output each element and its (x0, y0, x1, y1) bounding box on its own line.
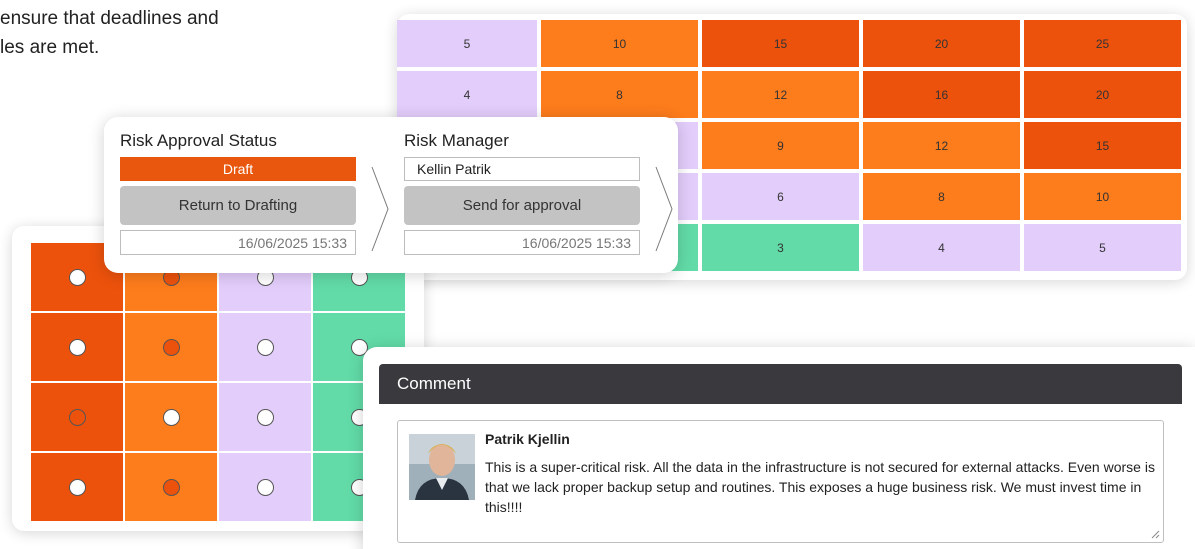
risk-dot[interactable] (162, 408, 180, 426)
risk-dot[interactable] (68, 408, 86, 426)
status-timestamp-field: 16/06/2025 15:33 (120, 230, 356, 255)
heat-cell[interactable]: 4 (863, 224, 1020, 271)
chevron-right-icon (371, 166, 389, 252)
heat-cell[interactable]: 25 (1024, 20, 1181, 67)
status-badge: Draft (120, 157, 356, 181)
dot-matrix-cell[interactable] (219, 453, 311, 521)
heat-cell[interactable]: 20 (1024, 71, 1181, 118)
risk-dot[interactable] (162, 478, 180, 496)
dot-matrix-cell[interactable] (219, 313, 311, 381)
dot-matrix-cell[interactable] (31, 453, 123, 521)
chevron-right-icon (655, 166, 673, 252)
risk-dot[interactable] (68, 478, 86, 496)
risk-dot[interactable] (162, 338, 180, 356)
heat-cell[interactable]: 4 (397, 71, 537, 118)
stage: ensure that deadlines and les are met. 5… (0, 0, 1195, 549)
intro-text: ensure that deadlines and les are met. (0, 8, 219, 58)
dot-matrix-cell[interactable] (125, 453, 217, 521)
risk-dot[interactable] (68, 268, 86, 286)
comment-card: Comment Patrik Kjellin This is a super-c… (363, 347, 1195, 549)
avatar (409, 434, 475, 500)
heat-cell[interactable]: 10 (541, 20, 698, 67)
manager-timestamp-field: 16/06/2025 15:33 (404, 230, 640, 255)
approval-status-title: Risk Approval Status (120, 131, 277, 150)
comment-header: Comment (379, 364, 1182, 404)
heat-cell[interactable]: 15 (702, 20, 859, 67)
risk-dot[interactable] (256, 338, 274, 356)
risk-dot[interactable] (256, 478, 274, 496)
dot-matrix-cell[interactable] (219, 383, 311, 451)
heat-cell[interactable]: 12 (863, 122, 1020, 169)
heat-cell[interactable]: 8 (863, 173, 1020, 220)
approval-status-column: Risk Approval Status Draft Return to Dra… (120, 131, 356, 255)
heat-cell[interactable]: 16 (863, 71, 1020, 118)
risk-manager-column: Risk Manager Kellin Patrik Send for appr… (404, 131, 640, 255)
comment-textarea[interactable]: Patrik Kjellin This is a super-critical … (397, 420, 1164, 543)
approval-workflow-card: Risk Approval Status Draft Return to Dra… (104, 117, 678, 273)
author-photo (409, 434, 475, 500)
risk-manager-field[interactable]: Kellin Patrik (404, 157, 640, 181)
return-to-drafting-button[interactable]: Return to Drafting (120, 186, 356, 225)
heat-cell[interactable]: 5 (397, 20, 537, 67)
dot-matrix-cell[interactable] (125, 313, 217, 381)
heat-cell[interactable]: 12 (702, 71, 859, 118)
heat-cell[interactable]: 6 (702, 173, 859, 220)
heat-cell[interactable]: 20 (863, 20, 1020, 67)
heat-cell[interactable]: 8 (541, 71, 698, 118)
heat-cell[interactable]: 5 (1024, 224, 1181, 271)
risk-dot[interactable] (256, 408, 274, 426)
risk-manager-title: Risk Manager (404, 131, 509, 150)
heat-cell[interactable]: 15 (1024, 122, 1181, 169)
risk-dot-matrix (31, 243, 419, 521)
dot-matrix-cell[interactable] (125, 383, 217, 451)
send-for-approval-button[interactable]: Send for approval (404, 186, 640, 225)
resize-handle-icon[interactable] (1151, 530, 1160, 539)
heat-cell[interactable]: 10 (1024, 173, 1181, 220)
risk-dot[interactable] (68, 338, 86, 356)
comment-author: Patrik Kjellin (485, 431, 570, 447)
dot-matrix-cell[interactable] (31, 313, 123, 381)
dot-matrix-cell[interactable] (31, 383, 123, 451)
heat-cell[interactable]: 9 (702, 122, 859, 169)
heat-cell[interactable]: 3 (702, 224, 859, 271)
comment-body: This is a super-critical risk. All the d… (485, 459, 1155, 515)
